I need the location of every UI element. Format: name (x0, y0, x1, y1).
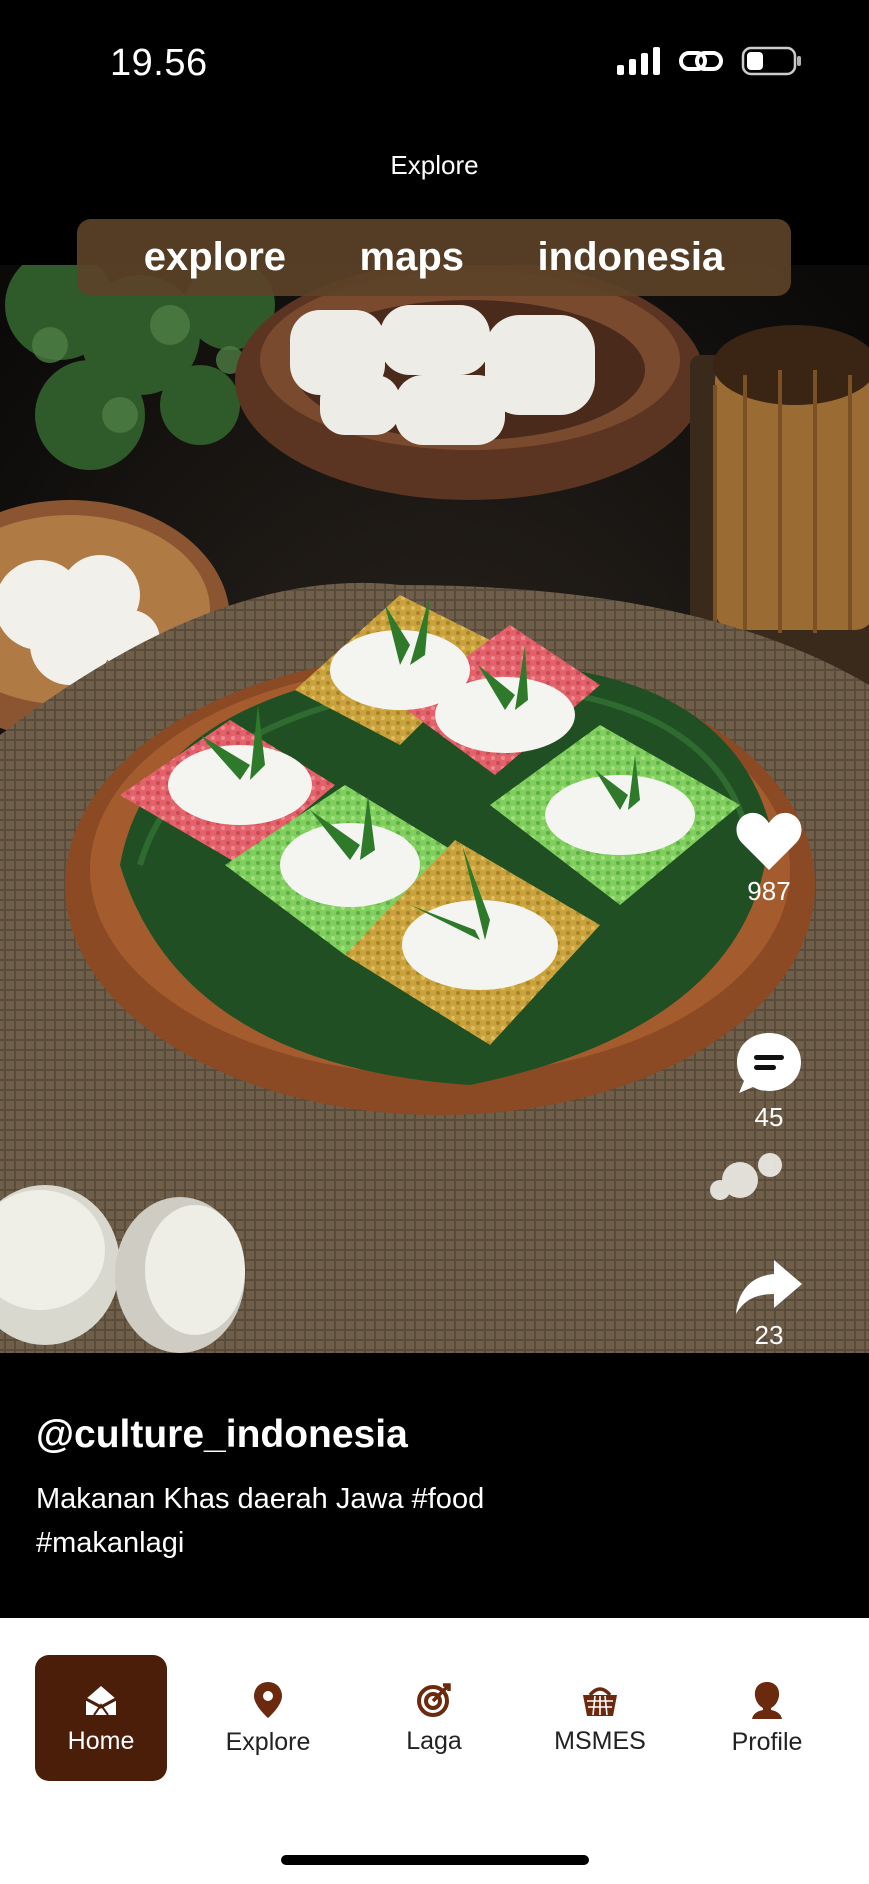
person-icon (752, 1681, 782, 1719)
page-title: Explore (390, 150, 479, 180)
battery-icon (741, 46, 801, 76)
home-icon (85, 1685, 117, 1716)
post-description: Makanan Khas daerah Jawa #food #makanlag… (36, 1483, 485, 1559)
tab-maps[interactable]: maps (360, 235, 465, 280)
nav-msmes[interactable]: MSMES (534, 1655, 666, 1781)
share-count: 23 (754, 1320, 784, 1350)
nav-msmes-label: MSMES (554, 1726, 646, 1755)
tab-explore[interactable]: explore (144, 235, 286, 280)
like-action[interactable]: 987 (699, 810, 839, 907)
comment-bubble-icon[interactable] (734, 1030, 804, 1098)
status-icons (617, 46, 803, 76)
nav-laga[interactable]: Laga (368, 1655, 500, 1781)
post-caption: @culture_indonesia Makanan Khas daerah J… (36, 1413, 816, 1565)
like-count: 987 (747, 876, 791, 906)
basket-icon (583, 1686, 617, 1716)
nav-profile-label: Profile (731, 1727, 803, 1756)
top-tab-bar: explore maps indonesia (77, 219, 791, 296)
status-time: 19.56 (110, 42, 208, 84)
share-arrow-icon[interactable] (734, 1258, 804, 1316)
target-icon (417, 1682, 451, 1717)
nav-home-label: Home (67, 1726, 135, 1755)
comment-action[interactable]: 45 (699, 1030, 839, 1133)
comment-count: 45 (754, 1102, 784, 1132)
nav-home[interactable]: Home (35, 1655, 167, 1781)
link-icon (679, 51, 723, 71)
post-image[interactable] (0, 265, 869, 1353)
home-indicator (281, 1855, 589, 1865)
nav-laga-label: Laga (406, 1726, 462, 1755)
nav-explore-label: Explore (225, 1727, 311, 1756)
bottom-nav: Home Explore Laga MSMES Profile (0, 1618, 869, 1884)
tab-indonesia[interactable]: indonesia (538, 235, 725, 280)
share-action[interactable]: 23 (699, 1258, 839, 1351)
status-bar: 19.56 (0, 0, 869, 130)
post-username[interactable]: @culture_indonesia (36, 1413, 816, 1457)
heart-icon[interactable] (734, 810, 804, 872)
nav-explore[interactable]: Explore (202, 1655, 334, 1781)
location-pin-icon (254, 1681, 282, 1718)
signal-icon (617, 47, 660, 75)
nav-profile[interactable]: Profile (701, 1655, 833, 1781)
